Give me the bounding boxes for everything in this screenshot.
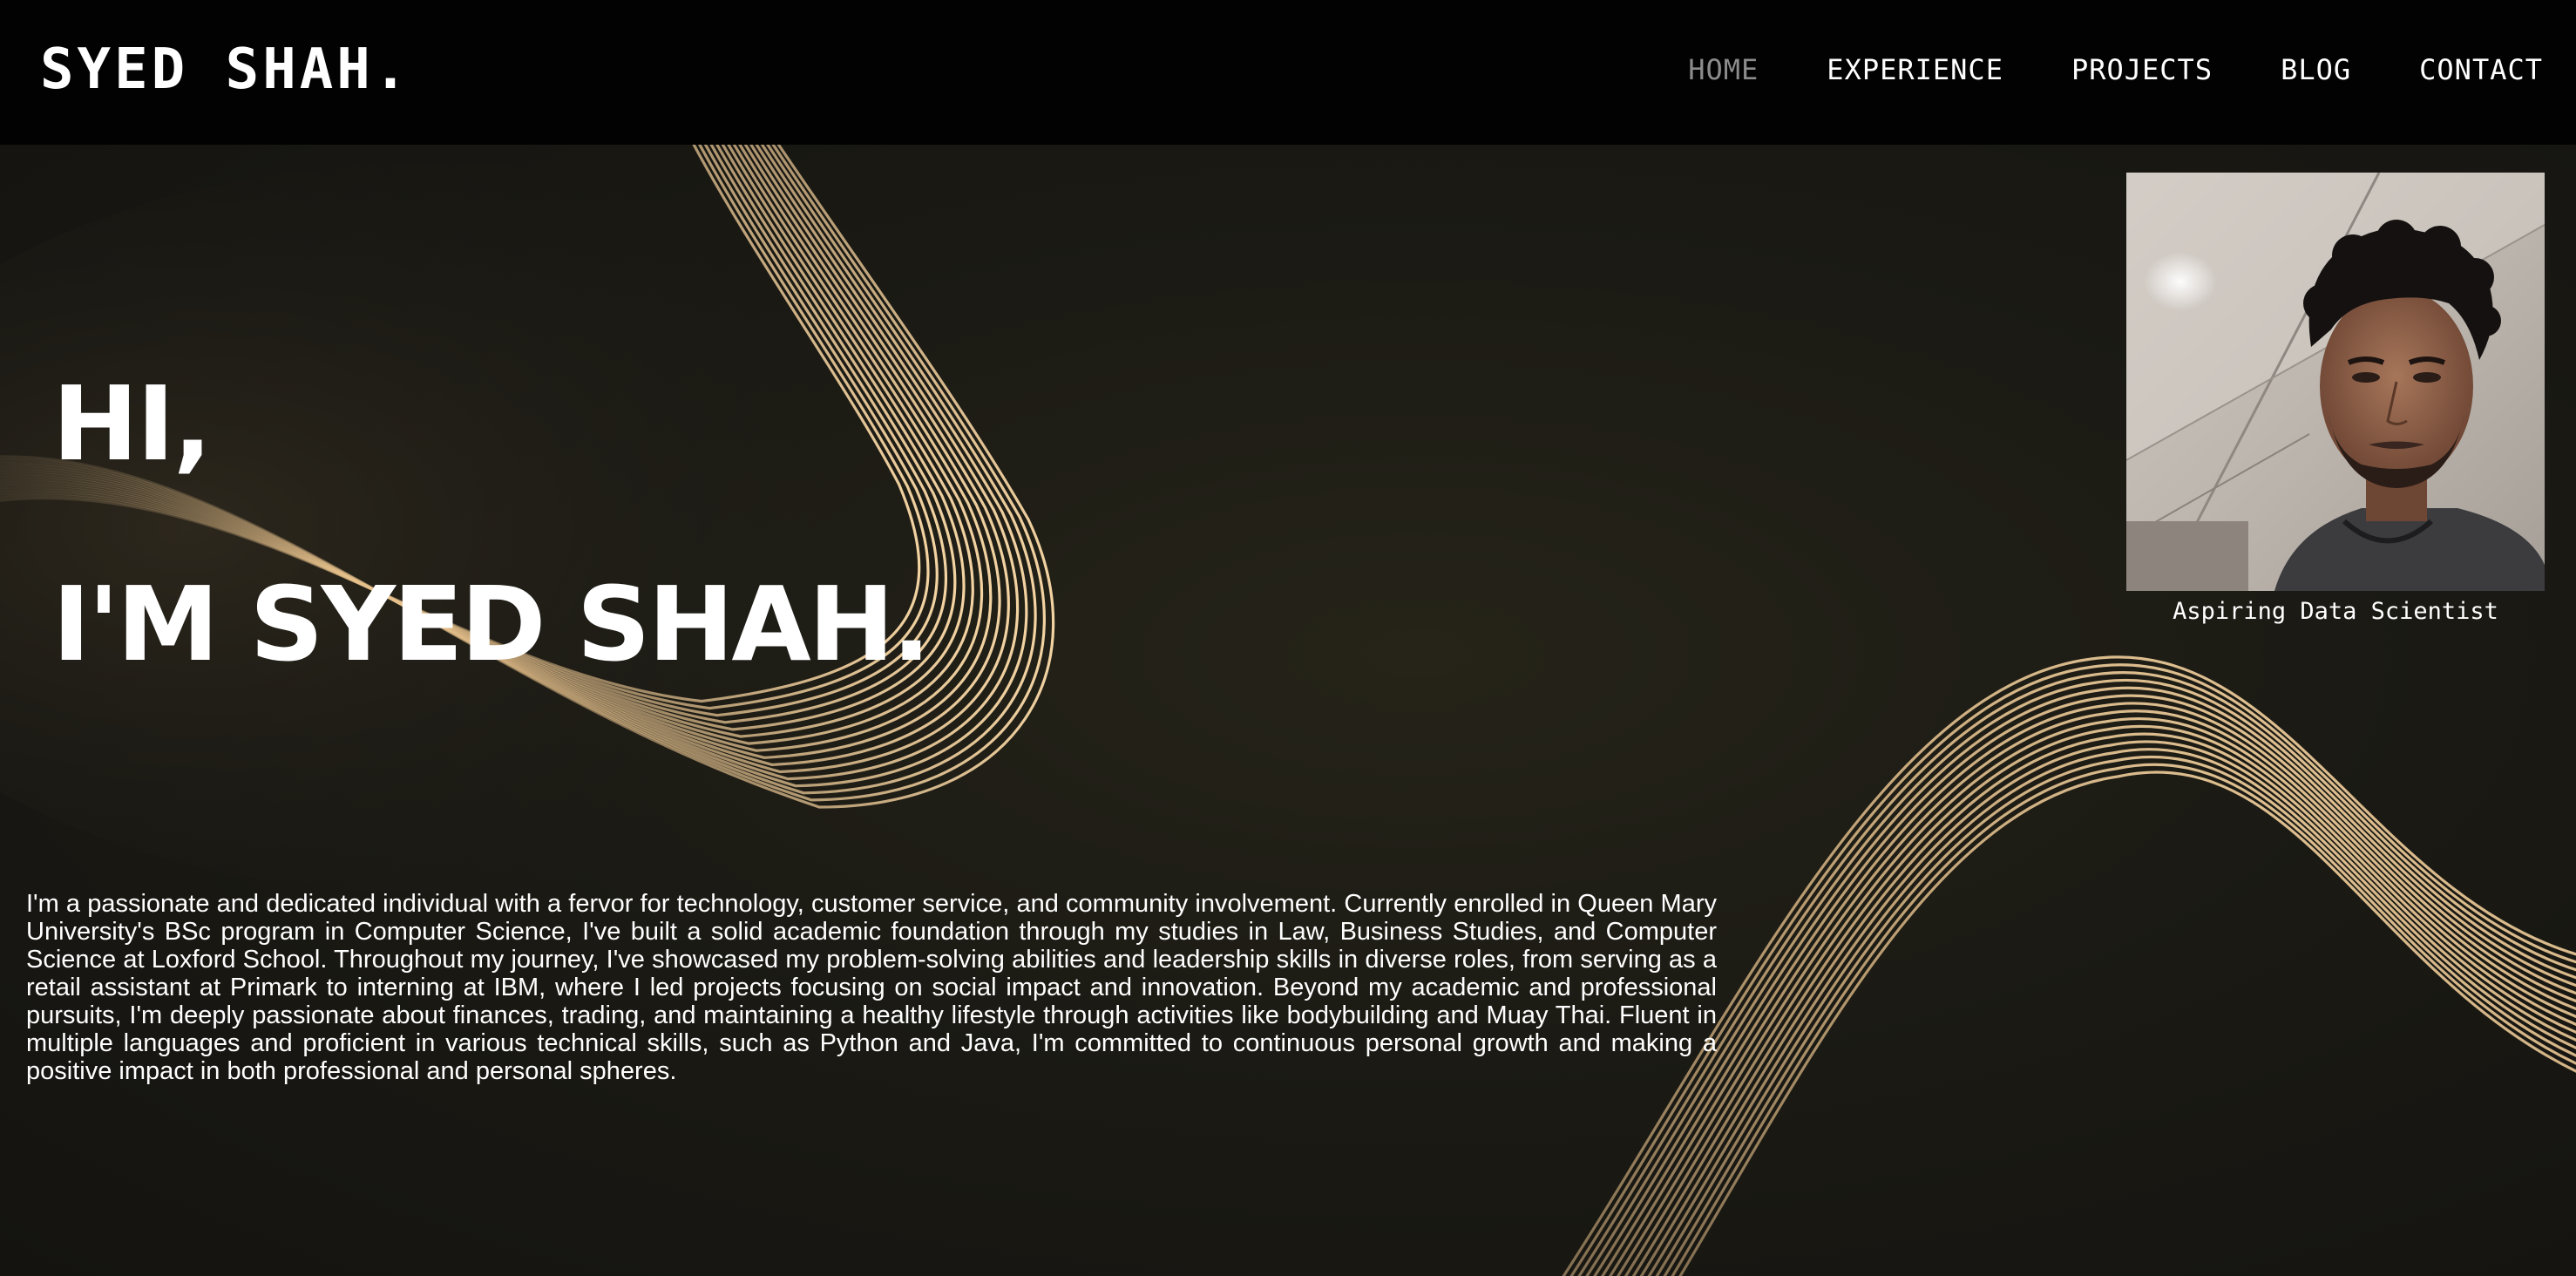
- wave-line: [1601, 694, 2576, 1276]
- brand-logo[interactable]: SYED SHAH.: [40, 38, 410, 101]
- profile-card: Aspiring Data Scientist: [2126, 173, 2545, 628]
- wave-line: [1678, 770, 2576, 1276]
- nav-blog[interactable]: BLOG: [2281, 49, 2351, 91]
- nav-experience[interactable]: EXPERIENCE: [1827, 49, 2003, 91]
- nav-contact[interactable]: CONTACT: [2419, 49, 2543, 91]
- wave-line: [1608, 702, 2576, 1276]
- wave-line: [1647, 740, 2576, 1276]
- hero-greeting: HI,: [52, 363, 212, 485]
- hero-section: HI, I'M SYED SHAH. I'm a passionate and …: [0, 145, 2576, 1276]
- profile-caption: Aspiring Data Scientist: [2173, 598, 2498, 625]
- wave-line: [1639, 732, 2576, 1276]
- wave-line: [1671, 763, 2576, 1276]
- profile-photo: [2126, 173, 2545, 591]
- nav-home[interactable]: HOME: [1688, 49, 1759, 91]
- bio-paragraph: I'm a passionate and dedicated individua…: [26, 890, 1717, 1085]
- nav-projects[interactable]: PROJECTS: [2071, 49, 2213, 91]
- wave-line: [1631, 724, 2576, 1276]
- top-navbar: SYED SHAH. HOME EXPERIENCE PROJECTS BLOG…: [0, 0, 2576, 145]
- hero-name-heading: I'M SYED SHAH.: [52, 564, 931, 685]
- nav-menu: HOME EXPERIENCE PROJECTS BLOG CONTACT: [1688, 49, 2543, 91]
